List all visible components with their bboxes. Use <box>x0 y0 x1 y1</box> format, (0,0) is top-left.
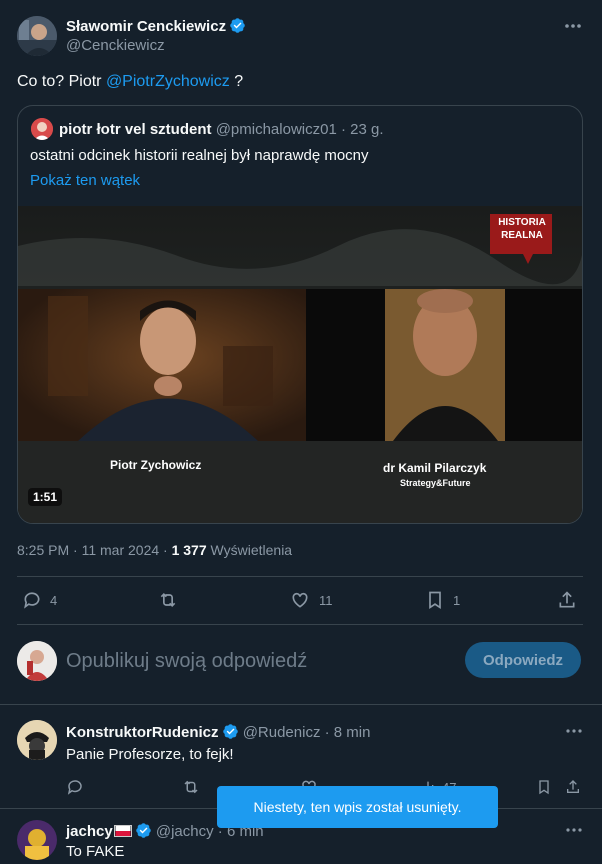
share-icon <box>567 780 579 793</box>
author-name-text[interactable]: Sławomir Cenckiewicz <box>66 18 226 35</box>
more-options-icon[interactable] <box>562 16 584 36</box>
logo-line1: HISTORIA <box>498 217 546 228</box>
reply-author-handle[interactable]: @jachcy <box>156 823 214 840</box>
quoted-text: ostatni odcinek historii realnej był nap… <box>30 147 369 164</box>
author-avatar[interactable] <box>17 16 57 56</box>
video-player[interactable]: HISTORIA REALNA Piotr Zychowicz dr Kamil… <box>18 206 582 523</box>
quoted-header: piotr łotr vel sztudent @pmichalowicz01 … <box>59 121 384 138</box>
bookmark-icon <box>539 780 549 795</box>
verified-badge-icon <box>222 724 238 739</box>
bookmark-icon <box>429 591 441 610</box>
author-name[interactable]: Sławomir Cenckiewicz <box>66 17 246 35</box>
share-action[interactable] <box>557 589 577 611</box>
guest1-caption: Piotr Zychowicz <box>110 458 202 472</box>
bookmark-count: 1 <box>453 592 461 608</box>
reply-author-handle[interactable]: @Rudenicz <box>243 724 321 741</box>
reply-author-name[interactable]: KonstruktorRudenicz <box>66 724 219 741</box>
tweet-timestamp[interactable]: 8:25 PM · 11 mar 2024 · <box>17 542 172 558</box>
reply-input[interactable]: Opublikuj swoją odpowiedź <box>66 650 307 673</box>
verified-badge-icon <box>230 18 245 33</box>
quoted-age: · 23 g. <box>336 121 384 138</box>
bookmark-action[interactable]: 1 <box>425 589 460 611</box>
poland-flag-icon <box>113 825 132 837</box>
video-duration: 1:51 <box>28 488 63 506</box>
reply-retweet-action[interactable] <box>181 778 201 796</box>
reply-bookmark-action[interactable] <box>536 778 552 796</box>
quoted-author-handle[interactable]: @pmichalowicz01 <box>216 121 337 138</box>
divider <box>17 624 583 625</box>
views-label: Wyświetlenia <box>206 542 293 558</box>
reply-author-avatar[interactable] <box>17 820 57 860</box>
verified-badge-icon <box>135 823 151 838</box>
tweet-text: Co to? Piotr @PiotrZychowicz ? <box>17 72 243 92</box>
tweet-text-suffix: ? <box>229 73 244 90</box>
mention-link[interactable]: @PiotrZychowicz <box>106 73 230 90</box>
guest2-org-caption: Strategy&Future <box>400 478 471 488</box>
author-handle[interactable]: @Cenckiewicz <box>66 37 165 54</box>
reply-submit-button[interactable]: Odpowiedz <box>465 642 581 678</box>
video-thumbnail <box>18 206 582 523</box>
show-logo-text: HISTORIA REALNA <box>493 216 551 242</box>
reply-author-avatar[interactable] <box>17 720 57 760</box>
reply-reply-action[interactable] <box>66 778 84 796</box>
retweet-action[interactable] <box>157 589 187 611</box>
tweet-text-prefix: Co to? Piotr <box>17 73 106 90</box>
like-count: 11 <box>319 592 333 608</box>
divider <box>17 576 583 577</box>
retweet-icon <box>184 780 198 794</box>
reply-share-action[interactable] <box>565 778 581 796</box>
views-count: 1 377 <box>171 542 207 558</box>
logo-line2: REALNA <box>501 230 543 241</box>
reply-icon <box>67 780 82 795</box>
reply-header: KonstruktorRudenicz @Rudenicz · 8 min <box>66 723 370 741</box>
more-options-icon[interactable] <box>564 722 584 740</box>
my-avatar[interactable] <box>17 641 57 681</box>
quoted-author-avatar[interactable] <box>31 118 53 140</box>
retweet-icon <box>160 592 176 608</box>
reply-text: To FAKE <box>66 843 125 860</box>
reply-age: · 8 min <box>320 724 371 741</box>
reply-author-name[interactable]: jachcy <box>66 823 113 840</box>
more-options-icon[interactable] <box>564 821 584 839</box>
quoted-author-name[interactable]: piotr łotr vel sztudent <box>59 121 212 138</box>
toast-notification: Niestety, ten wpis został usunięty. <box>217 786 498 828</box>
like-action[interactable]: 11 <box>289 589 333 611</box>
guest2-caption: dr Kamil Pilarczyk <box>383 461 487 475</box>
show-thread-link[interactable]: Pokaż ten wątek <box>30 172 140 189</box>
reply-text: Panie Profesorze, to fejk! <box>66 746 234 763</box>
reply-count: 4 <box>50 592 58 608</box>
reply-icon <box>24 592 40 609</box>
heart-icon <box>292 592 308 608</box>
share-icon <box>559 591 575 608</box>
tweet-meta: 8:25 PM · 11 mar 2024 · 1 377 Wyświetlen… <box>17 542 292 558</box>
reply-action[interactable]: 4 <box>22 589 57 611</box>
quoted-tweet[interactable]: piotr łotr vel sztudent @pmichalowicz01 … <box>17 105 583 524</box>
divider <box>0 704 602 705</box>
